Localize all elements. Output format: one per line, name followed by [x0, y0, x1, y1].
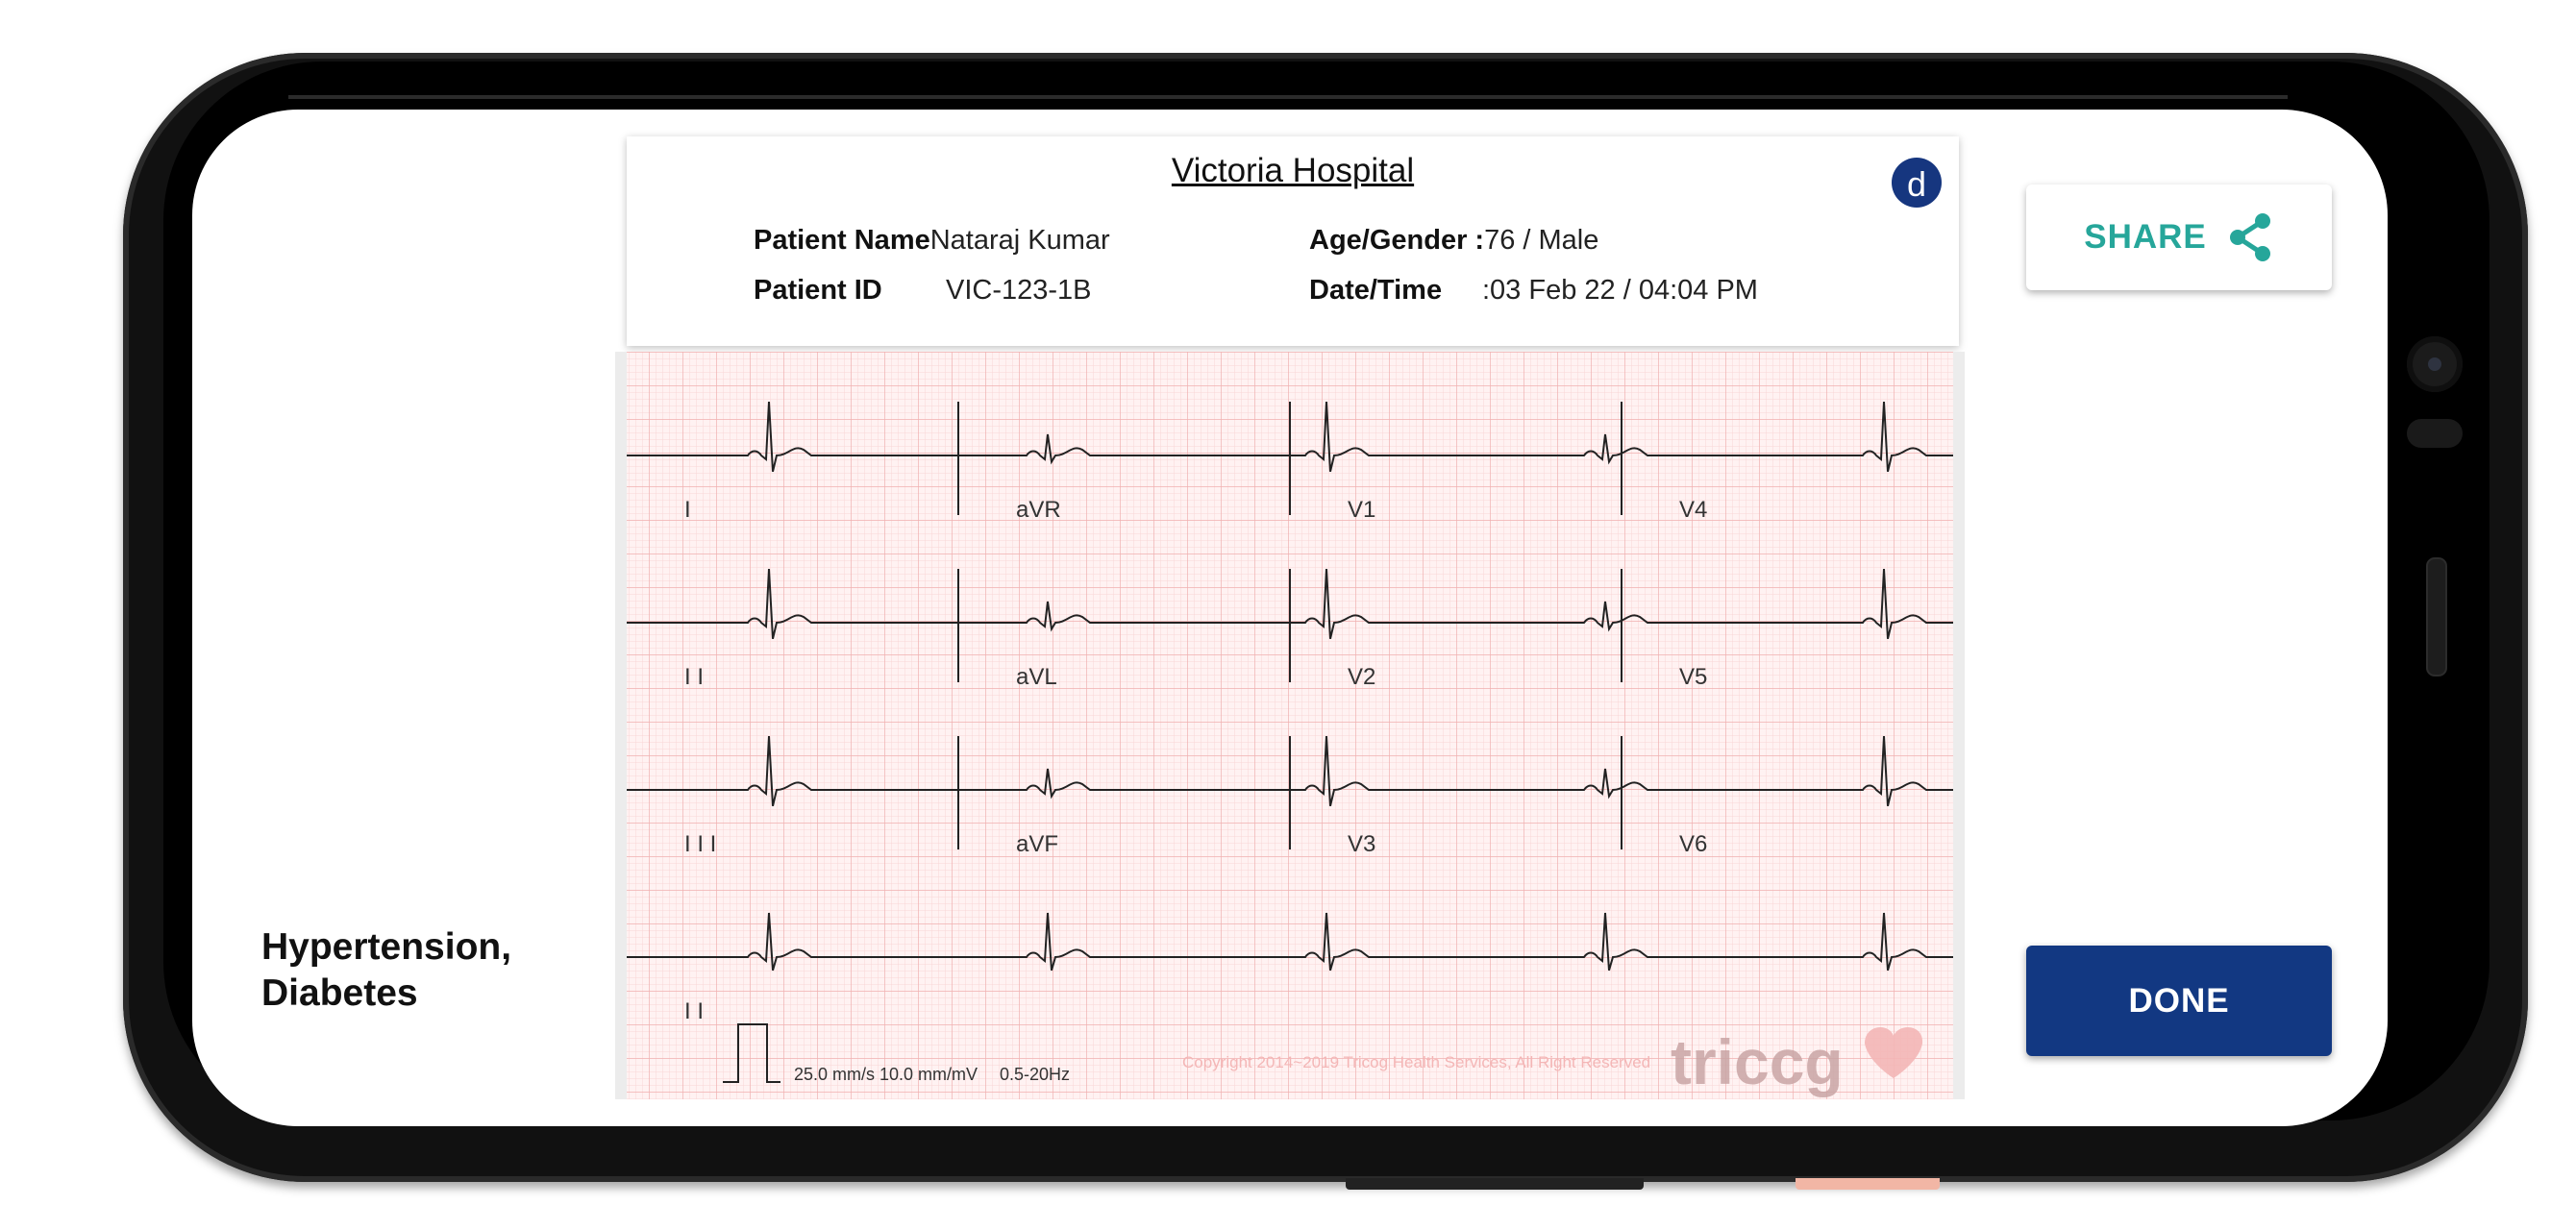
lead-label: V3: [1348, 831, 1375, 857]
front-camera: [2407, 336, 2463, 392]
app-screen: Victoria Hospital d Patient NameNataraj …: [192, 110, 2388, 1126]
done-button[interactable]: DONE: [2026, 946, 2332, 1056]
ecg-copyright: Copyright 2014~2019 Tricog Health Servic…: [1182, 1053, 1650, 1071]
lead-label: V2: [1348, 664, 1375, 690]
patient-name-value: Nataraj Kumar: [929, 225, 1110, 256]
ecg-strip: IaVR V1 V4 I I aVL V2 V5 I I I aVF V3 V6 I I 25.0 m…: [615, 352, 1965, 1099]
age-gender-value: 76 / Male: [1484, 225, 1599, 256]
lead-label: V1: [1348, 497, 1375, 523]
triccg-brand-logo: triccg: [1671, 1026, 1844, 1097]
age-gender-row: Age/Gender :76 / Male: [1309, 225, 1598, 257]
share-button[interactable]: SHARE: [2026, 184, 2332, 290]
patient-id-value: VIC-123-1B: [946, 275, 1092, 306]
datetime-row: Date/Time :03 Feb 22 / 04:04 PM: [1309, 275, 1758, 307]
datetime-value: :03 Feb 22 / 04:04 PM: [1482, 275, 1758, 306]
share-label: SHARE: [2084, 218, 2207, 256]
diagnosis-text: Hypertension, Diabetes: [261, 926, 512, 1014]
ecg-settings: 25.0 mm/s 10.0 mm/mV: [794, 1065, 978, 1084]
report-header-card: Victoria Hospital d Patient NameNataraj …: [627, 136, 1959, 346]
patient-id-row: Patient ID VIC-123-1B: [754, 275, 1092, 307]
lead-label: aVL: [1016, 664, 1057, 690]
lead-label: aVR: [1016, 497, 1061, 523]
phone-top-edge: [288, 95, 2288, 99]
patient-name-row: Patient NameNataraj Kumar: [754, 225, 1110, 257]
lead-label: I I I: [684, 831, 716, 857]
lead-label: V6: [1679, 831, 1707, 857]
proximity-sensor: [2407, 419, 2463, 448]
age-gender-label: Age/Gender :: [1309, 225, 1485, 256]
lead-label: I I: [684, 998, 704, 1024]
phone-side-button: [2426, 557, 2447, 676]
lead-label: V4: [1679, 497, 1707, 523]
brand-logo: d: [1892, 158, 1942, 208]
ecg-graph: IaVR V1 V4 I I aVL V2 V5 I I I aVF V3 V6 I I 25.0 m…: [627, 352, 1953, 1099]
lead-label: V5: [1679, 664, 1707, 690]
lead-label: I: [684, 497, 691, 523]
phone-bottom-accent: [1796, 1178, 1940, 1190]
lead-label: aVF: [1016, 831, 1058, 857]
patient-name-label: Patient Name: [754, 225, 930, 256]
patient-id-label: Patient ID: [754, 275, 882, 306]
lead-label: I I: [684, 664, 704, 690]
share-icon: [2229, 213, 2270, 261]
ecg-filter: 0.5-20Hz: [1000, 1065, 1070, 1084]
phone-bottom-button: [1346, 1178, 1644, 1190]
datetime-label: Date/Time: [1309, 275, 1443, 306]
hospital-name: Victoria Hospital: [1171, 152, 1415, 189]
